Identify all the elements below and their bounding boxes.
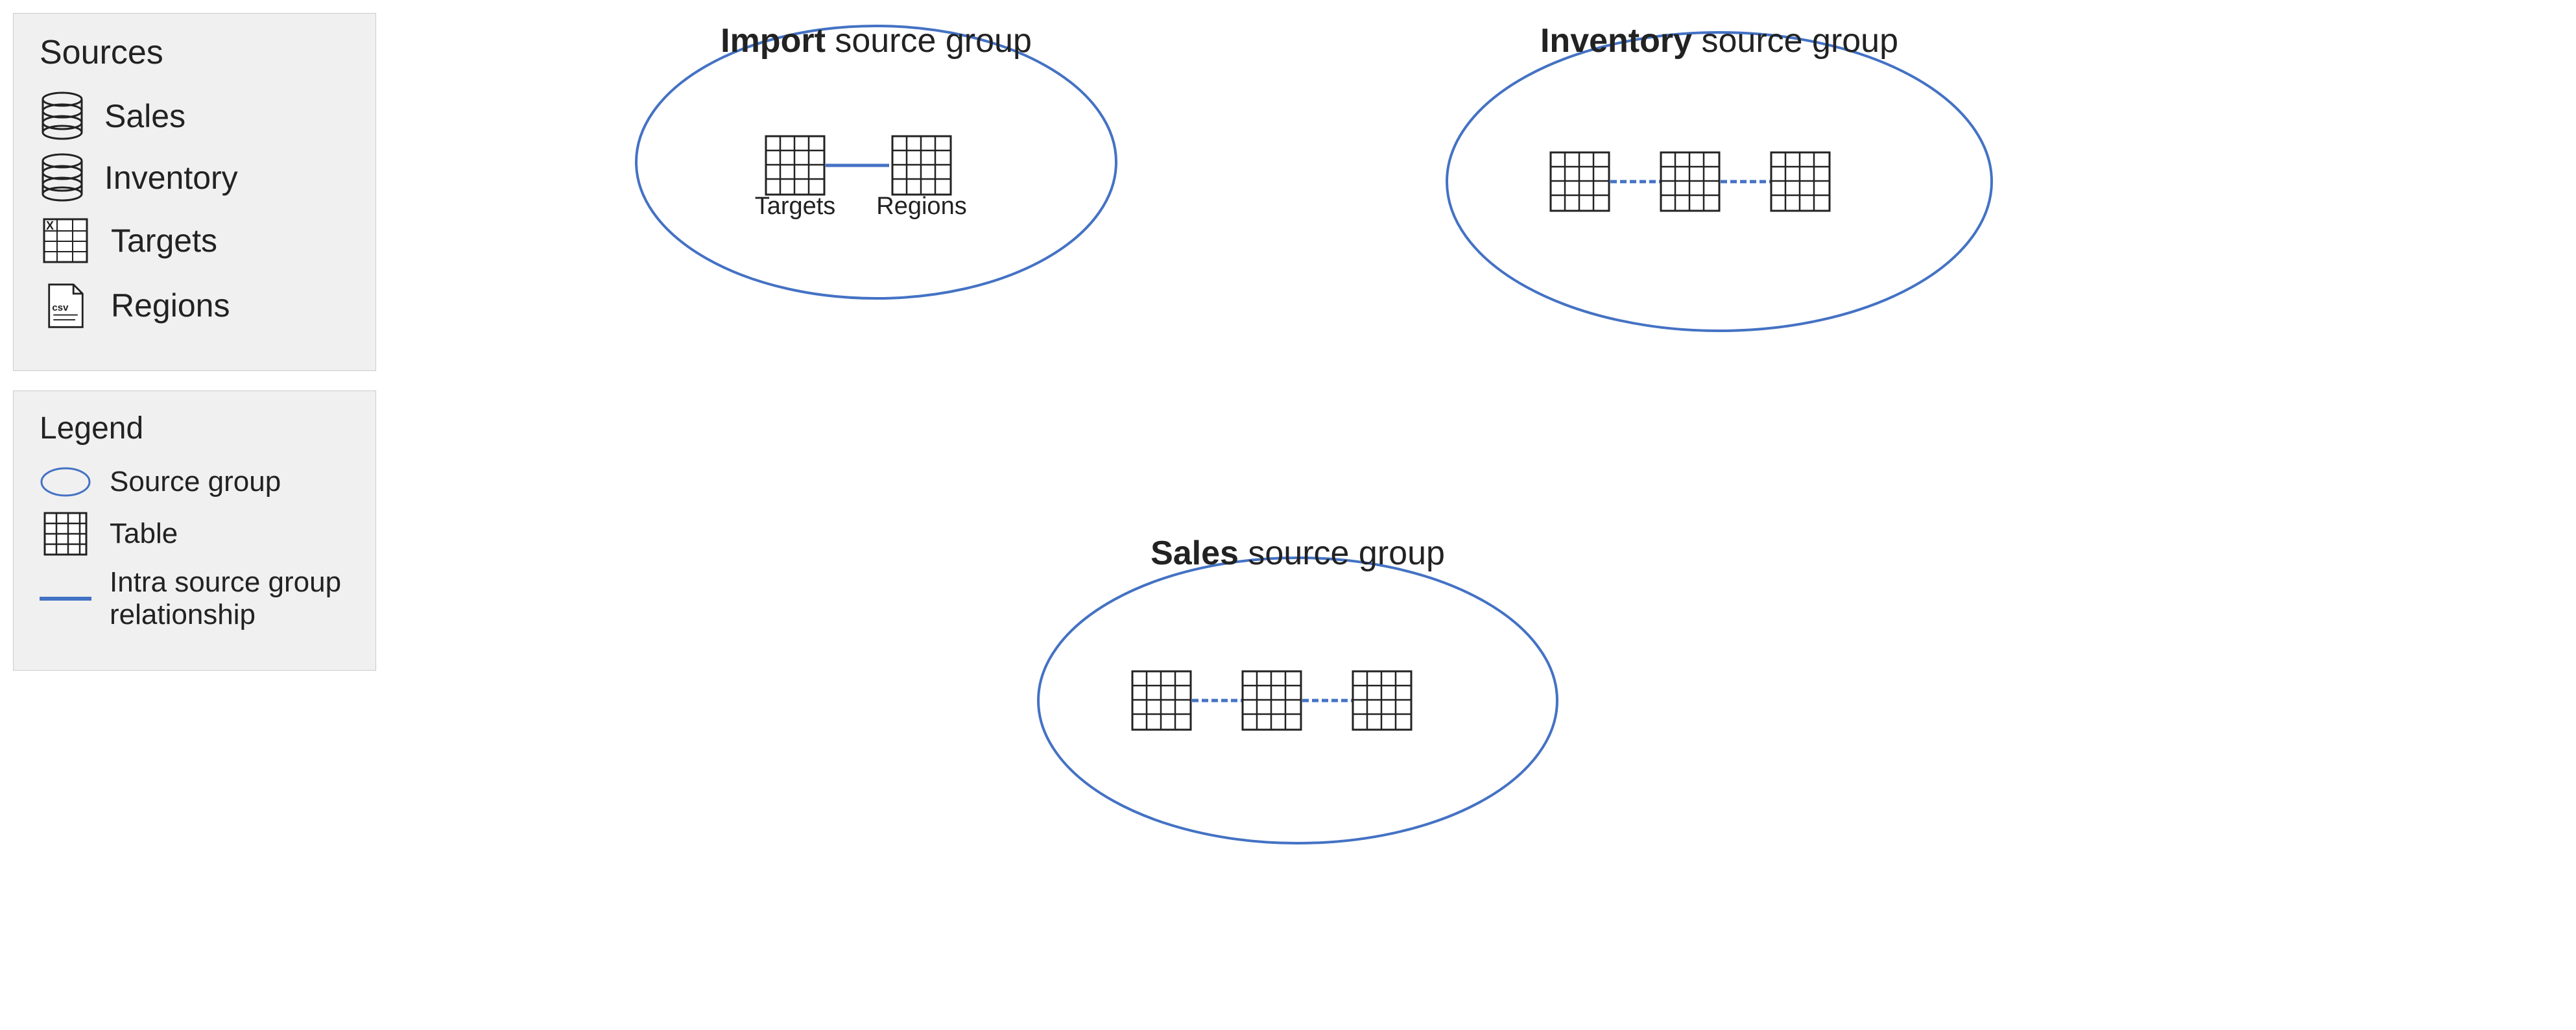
source-item-inventory: Inventory bbox=[40, 153, 350, 202]
source-item-sales: Sales bbox=[40, 91, 350, 140]
svg-text:Sales source group: Sales source group bbox=[1151, 534, 1445, 572]
legend-label-table: Table bbox=[110, 518, 178, 550]
svg-text:X: X bbox=[46, 219, 54, 232]
sources-title: Sources bbox=[40, 33, 350, 72]
legend-item-source-group: Source group bbox=[40, 462, 350, 501]
source-label-regions: Regions bbox=[111, 287, 230, 324]
legend-box: Legend Source group bbox=[13, 390, 376, 671]
oval-legend-icon bbox=[40, 462, 91, 501]
svg-text:Import source group: Import source group bbox=[721, 22, 1032, 60]
source-label-targets: Targets bbox=[111, 222, 217, 259]
table-legend-icon bbox=[40, 514, 91, 553]
database-icon-sales bbox=[40, 91, 85, 140]
svg-text:Inventory source group: Inventory source group bbox=[1540, 22, 1898, 60]
svg-text:csv: csv bbox=[52, 302, 69, 313]
left-panel: Sources Sales bbox=[13, 13, 376, 671]
source-label-sales: Sales bbox=[104, 97, 185, 135]
diagram-area: Import source group Targets Regions bbox=[389, 0, 2576, 1027]
legend-title: Legend bbox=[40, 411, 350, 446]
svg-text:Targets: Targets bbox=[755, 193, 836, 220]
line-legend-icon bbox=[40, 579, 91, 618]
excel-icon-targets: X bbox=[40, 215, 91, 267]
database-icon-inventory bbox=[40, 153, 85, 202]
csv-icon-regions: csv bbox=[40, 280, 91, 331]
legend-item-relationship: Intra source group relationship bbox=[40, 566, 350, 631]
legend-label-relationship: Intra source group relationship bbox=[110, 566, 350, 631]
svg-text:Regions: Regions bbox=[876, 193, 966, 220]
source-item-targets: X Targets bbox=[40, 215, 350, 267]
legend-item-table: Table bbox=[40, 514, 350, 553]
source-label-inventory: Inventory bbox=[104, 159, 238, 197]
legend-label-source-group: Source group bbox=[110, 466, 281, 498]
source-item-regions: csv Regions bbox=[40, 280, 350, 331]
sources-box: Sources Sales bbox=[13, 13, 376, 371]
